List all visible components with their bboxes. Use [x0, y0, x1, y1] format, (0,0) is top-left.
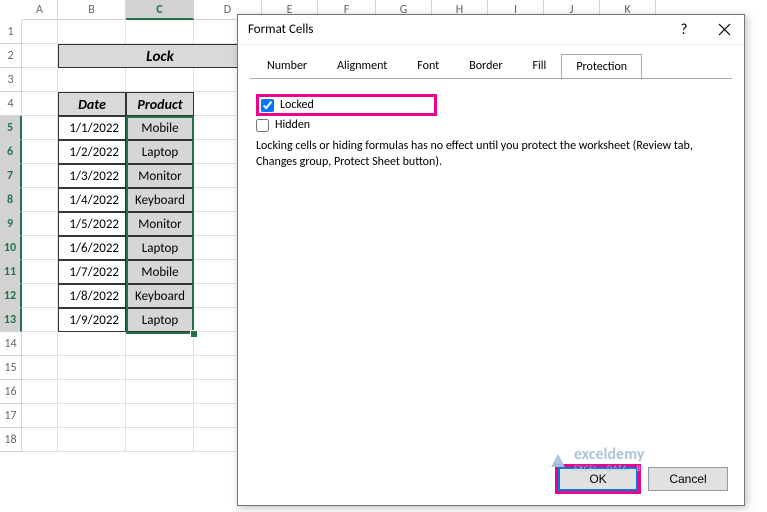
row-headers: 123456789101112131415161718: [0, 20, 22, 452]
cell-B16[interactable]: [58, 380, 126, 404]
fill-handle[interactable]: [190, 330, 198, 338]
cell-C15[interactable]: [126, 356, 194, 380]
row-header-1[interactable]: 1: [0, 20, 22, 44]
cell-A10[interactable]: [22, 236, 58, 260]
cell-A9[interactable]: [22, 212, 58, 236]
cell-B2[interactable]: Lock: [58, 44, 262, 68]
cell-A8[interactable]: [22, 188, 58, 212]
dialog-title: Format Cells: [248, 22, 664, 37]
dialog-tabs: NumberAlignmentFontBorderFillProtection: [238, 45, 744, 79]
cell-C4[interactable]: Product: [126, 92, 194, 116]
cell-A17[interactable]: [22, 404, 58, 428]
cell-C1[interactable]: [126, 20, 194, 44]
cell-A5[interactable]: [22, 116, 58, 140]
locked-checkbox[interactable]: [261, 99, 274, 112]
cell-B1[interactable]: [58, 20, 126, 44]
close-button[interactable]: [704, 15, 744, 45]
cell-B10[interactable]: 1/6/2022: [58, 236, 126, 260]
cell-B8[interactable]: 1/4/2022: [58, 188, 126, 212]
cell-A13[interactable]: [22, 308, 58, 332]
cell-A7[interactable]: [22, 164, 58, 188]
col-header-A[interactable]: A: [22, 0, 58, 20]
cell-C9[interactable]: Monitor: [126, 212, 194, 236]
tab-fill[interactable]: Fill: [518, 53, 562, 79]
cell-C6[interactable]: Laptop: [126, 140, 194, 164]
row-header-14[interactable]: 14: [0, 332, 22, 356]
cell-B9[interactable]: 1/5/2022: [58, 212, 126, 236]
cell-B3[interactable]: [58, 68, 126, 92]
row-header-15[interactable]: 15: [0, 356, 22, 380]
help-button[interactable]: ?: [664, 15, 704, 45]
col-header-B[interactable]: B: [58, 0, 126, 20]
cell-C5[interactable]: Mobile: [126, 116, 194, 140]
row-header-3[interactable]: 3: [0, 68, 22, 92]
cell-A6[interactable]: [22, 140, 58, 164]
cell-A15[interactable]: [22, 356, 58, 380]
cell-A16[interactable]: [22, 380, 58, 404]
dialog-buttons: OK Cancel: [558, 467, 728, 491]
cancel-button[interactable]: Cancel: [648, 467, 728, 491]
cell-A12[interactable]: [22, 284, 58, 308]
protection-help-text: Locking cells or hiding formulas has no …: [256, 138, 726, 170]
row-header-7[interactable]: 7: [0, 164, 22, 188]
row-header-4[interactable]: 4: [0, 92, 22, 116]
cell-B4[interactable]: Date: [58, 92, 126, 116]
ok-button[interactable]: OK: [558, 467, 638, 491]
cell-B14[interactable]: [58, 332, 126, 356]
row-header-18[interactable]: 18: [0, 428, 22, 452]
row-header-16[interactable]: 16: [0, 380, 22, 404]
row-header-2[interactable]: 2: [0, 44, 22, 68]
cell-C8[interactable]: Keyboard: [126, 188, 194, 212]
cell-B11[interactable]: 1/7/2022: [58, 260, 126, 284]
row-header-8[interactable]: 8: [0, 188, 22, 212]
cell-B5[interactable]: 1/1/2022: [58, 116, 126, 140]
row-header-6[interactable]: 6: [0, 140, 22, 164]
cell-C18[interactable]: [126, 428, 194, 452]
cell-A18[interactable]: [22, 428, 58, 452]
close-icon: [718, 23, 731, 36]
cell-C7[interactable]: Monitor: [126, 164, 194, 188]
tab-protection[interactable]: Protection: [561, 54, 642, 80]
row-header-11[interactable]: 11: [0, 260, 22, 284]
cell-C10[interactable]: Laptop: [126, 236, 194, 260]
cell-B6[interactable]: 1/2/2022: [58, 140, 126, 164]
cell-C13[interactable]: Laptop: [126, 308, 194, 332]
row-header-12[interactable]: 12: [0, 284, 22, 308]
cell-A11[interactable]: [22, 260, 58, 284]
cell-B17[interactable]: [58, 404, 126, 428]
cell-B12[interactable]: 1/8/2022: [58, 284, 126, 308]
format-cells-dialog: Format Cells ? NumberAlignmentFontBorder…: [237, 14, 745, 506]
hidden-label: Hidden: [275, 118, 310, 132]
cell-B7[interactable]: 1/3/2022: [58, 164, 126, 188]
cell-B15[interactable]: [58, 356, 126, 380]
hidden-checkbox[interactable]: [256, 119, 269, 132]
locked-label: Locked: [280, 98, 314, 112]
tab-border[interactable]: Border: [454, 53, 517, 79]
cell-A14[interactable]: [22, 332, 58, 356]
locked-highlight: Locked: [256, 94, 437, 116]
cell-A1[interactable]: [22, 20, 58, 44]
row-header-9[interactable]: 9: [0, 212, 22, 236]
tab-number[interactable]: Number: [252, 53, 322, 79]
cell-B18[interactable]: [58, 428, 126, 452]
cell-C16[interactable]: [126, 380, 194, 404]
cell-A4[interactable]: [22, 92, 58, 116]
dialog-body: Locked Hidden Locking cells or hiding fo…: [238, 80, 744, 184]
row-header-13[interactable]: 13: [0, 308, 22, 332]
cell-C14[interactable]: [126, 332, 194, 356]
cell-C3[interactable]: [126, 68, 194, 92]
row-header-5[interactable]: 5: [0, 116, 22, 140]
cell-C12[interactable]: Keyboard: [126, 284, 194, 308]
row-header-10[interactable]: 10: [0, 236, 22, 260]
tab-font[interactable]: Font: [402, 53, 454, 79]
cell-C17[interactable]: [126, 404, 194, 428]
cell-A2[interactable]: [22, 44, 58, 68]
row-header-17[interactable]: 17: [0, 404, 22, 428]
dialog-titlebar: Format Cells ?: [238, 15, 744, 45]
tab-alignment[interactable]: Alignment: [322, 53, 402, 79]
cell-B13[interactable]: 1/9/2022: [58, 308, 126, 332]
col-header-C[interactable]: C: [126, 0, 194, 20]
cell-C11[interactable]: Mobile: [126, 260, 194, 284]
cell-A3[interactable]: [22, 68, 58, 92]
